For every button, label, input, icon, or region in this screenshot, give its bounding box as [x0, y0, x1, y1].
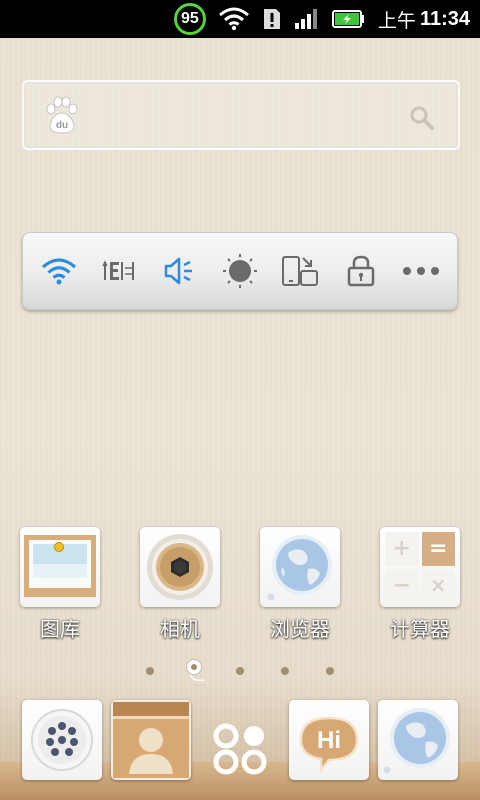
status-bar: 95 上午 11:34 [0, 0, 480, 38]
battery-percent-value: 95 [181, 10, 199, 27]
calc-key-equals: = [421, 532, 455, 566]
lock-icon [347, 255, 374, 287]
app-label: 相机 [160, 617, 200, 641]
search-icon[interactable] [408, 104, 436, 132]
calc-key-minus: − [385, 568, 419, 602]
gallery-icon[interactable] [20, 527, 100, 607]
calc-key-plus: + [385, 532, 419, 566]
page-indicator[interactable] [0, 656, 480, 686]
clock-ampm: 上午 [377, 9, 416, 32]
baidu-search-widget[interactable]: du [22, 80, 460, 150]
sound-toggle[interactable] [155, 246, 205, 296]
rotate-toggle[interactable] [275, 246, 325, 296]
app-gallery[interactable]: 图库 [10, 527, 110, 642]
app-drawer-icon [213, 723, 267, 775]
page-dot[interactable] [236, 667, 244, 675]
clock-time: 11:34 [419, 7, 470, 30]
baidu-paw-icon: du [42, 96, 80, 136]
camera-icon[interactable] [140, 527, 220, 607]
page-dot[interactable] [281, 667, 289, 675]
dock-app-drawer[interactable] [200, 700, 280, 780]
page-dot[interactable] [146, 667, 154, 675]
screen-lock-toggle[interactable] [336, 246, 386, 296]
page-dot-current [184, 658, 206, 688]
browser-icon[interactable] [378, 700, 458, 780]
hi-text: Hi [317, 727, 341, 754]
dock-phone[interactable] [22, 700, 102, 780]
battery-charging-icon [331, 9, 366, 29]
app-browser[interactable]: 浏览器 [250, 527, 350, 642]
dock-contacts[interactable] [111, 700, 191, 780]
hi-message-icon[interactable]: Hi [289, 700, 369, 780]
current-page-icon [186, 659, 205, 682]
battery-percent-ring: 95 [173, 3, 206, 35]
more-icon [402, 267, 439, 275]
app-label: 浏览器 [270, 617, 330, 641]
sim-alert-icon [262, 7, 282, 31]
dock-browser[interactable] [378, 700, 458, 780]
brightness-icon [222, 254, 257, 288]
page-dot[interactable] [326, 667, 334, 675]
app-label: 计算器 [390, 617, 450, 641]
wifi-icon [218, 7, 250, 31]
app-calculator[interactable]: + = − × 计算器 [370, 527, 470, 642]
wifi-icon [42, 258, 77, 285]
speaker-icon [164, 257, 192, 285]
contacts-icon[interactable] [111, 700, 191, 780]
brightness-toggle[interactable] [215, 246, 265, 296]
dock-messaging[interactable]: Hi [289, 700, 369, 780]
calculator-icon[interactable]: + = − × [380, 527, 460, 607]
app-label: 图库 [40, 617, 80, 641]
signal-icon [294, 8, 320, 30]
browser-icon[interactable] [260, 527, 340, 607]
rotate-icon [282, 256, 319, 286]
baidu-logo-text: du [56, 120, 68, 131]
more-toggles-button[interactable] [396, 246, 446, 296]
dialpad-icon[interactable] [22, 700, 102, 780]
calc-key-times: × [421, 568, 455, 602]
wifi-toggle[interactable] [34, 246, 84, 296]
mobile-data-toggle[interactable] [94, 246, 144, 296]
mobile-data-icon [102, 260, 135, 280]
app-camera[interactable]: 相机 [130, 527, 230, 642]
quick-settings-toggle-bar [22, 232, 458, 310]
